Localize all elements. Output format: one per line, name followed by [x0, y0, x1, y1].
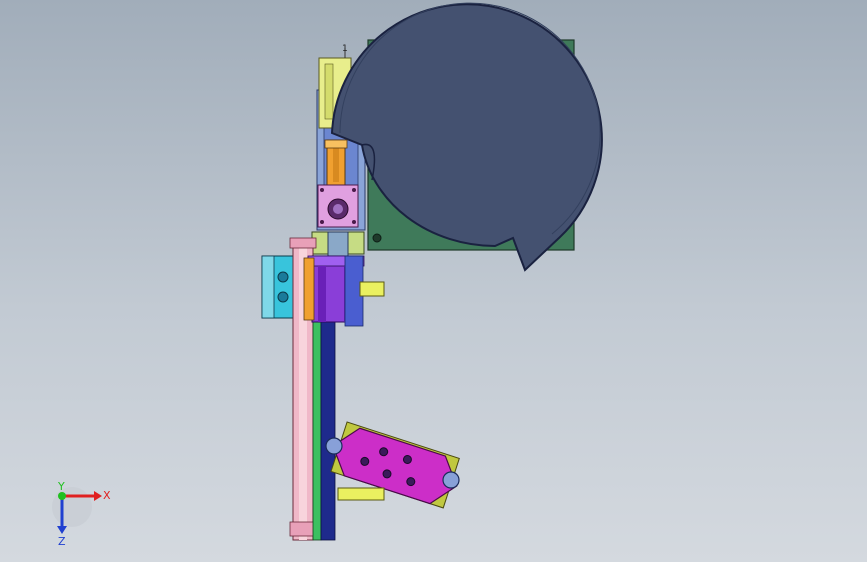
- triad-origin-shade: [52, 487, 92, 527]
- mount-screw: [352, 188, 356, 192]
- cyan-block-port: [277, 291, 289, 303]
- cyan-block-port: [277, 271, 289, 283]
- cad-viewport[interactable]: 1 X Z Y: [0, 0, 867, 562]
- orange-side-plate: [303, 257, 315, 321]
- z-axis-arrow: [57, 526, 67, 534]
- top-bracket-detail: [324, 63, 334, 120]
- y-axis-label: Y: [57, 480, 65, 493]
- cyan-block-face: [261, 255, 275, 319]
- purple-cylinder-rod: [318, 266, 326, 322]
- fixture-roller-left[interactable]: [325, 437, 343, 455]
- mount-screw: [320, 220, 324, 224]
- rail-bottom-cap: [289, 521, 317, 537]
- base-plate-bolt: [372, 233, 382, 243]
- slide-cap: [324, 139, 348, 149]
- assembly-drawing[interactable]: 1 X Z Y: [0, 0, 867, 562]
- mount-screw: [320, 188, 324, 192]
- x-axis-label: X: [103, 489, 111, 502]
- lime-connector-right[interactable]: [345, 231, 365, 255]
- coordinate-triad: X Z Y: [52, 480, 111, 548]
- x-axis-arrow: [94, 491, 102, 501]
- rail-top-cap: [289, 237, 317, 249]
- part-marker-label: 1: [342, 44, 348, 54]
- yellow-piston[interactable]: [359, 281, 385, 297]
- yellow-foot[interactable]: [337, 487, 385, 501]
- mount-screw: [352, 220, 356, 224]
- y-axis-dot: [58, 492, 66, 500]
- fixture-roller-right[interactable]: [442, 471, 460, 489]
- z-axis-label: Z: [58, 535, 66, 548]
- motor-shaft: [333, 204, 343, 214]
